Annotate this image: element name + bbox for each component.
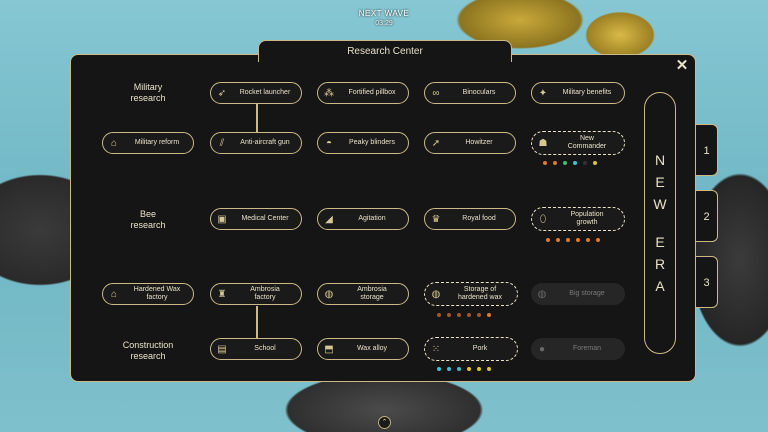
node-military-reform[interactable]: ⌂ Military reform [102, 132, 194, 154]
foreman-icon: ● [538, 343, 546, 355]
node-pork[interactable]: ⁙ Pork [424, 337, 518, 361]
cost-dot [477, 313, 481, 317]
node-binoculars[interactable]: ∞ Binoculars [424, 82, 516, 104]
next-wave-label: NEXT WAVE [358, 9, 410, 18]
factory-icon: ♜ [217, 288, 227, 300]
cost-dot [583, 161, 587, 165]
node-anti-aircraft-gun[interactable]: ⫽ Anti-aircraft gun [210, 132, 302, 154]
tab-era-2[interactable]: 2 [696, 190, 718, 242]
cost-dot [563, 161, 567, 165]
commander-icon: ☗ [538, 137, 548, 149]
barrel-icon: ◍ [431, 288, 441, 300]
pork-icon: ⁙ [431, 343, 441, 355]
tab-era-3[interactable]: 3 [696, 256, 718, 308]
tent-icon: ⌂ [110, 137, 118, 149]
node-hardened-wax-factory[interactable]: ⌂ Hardened Wax factory [102, 283, 194, 305]
close-icon[interactable]: ✕ [674, 58, 690, 74]
cost-dot [576, 238, 580, 242]
cost-dot [477, 367, 481, 371]
medical-icon: ▣ [217, 213, 227, 225]
cost-dot [556, 238, 560, 242]
barrel-icon: ◍ [324, 288, 334, 300]
egg-icon: ⬯ [539, 213, 547, 225]
cost-dot [596, 238, 600, 242]
ingot-icon: ⬒ [324, 343, 334, 355]
cost-dot [437, 367, 441, 371]
hat-icon: ◓ [325, 137, 333, 149]
category-construction: Construction research [122, 340, 174, 361]
benefits-icon: ✦ [538, 87, 548, 99]
cost-dot [593, 161, 597, 165]
megaphone-icon: ◢ [325, 213, 333, 225]
category-bee: Bee research [130, 209, 166, 230]
cost-dot [546, 238, 550, 242]
howitzer-icon: ➚ [431, 137, 441, 149]
pillbox-icon: ⁂ [324, 87, 334, 99]
cost-dot [487, 313, 491, 317]
node-new-commander[interactable]: ☗ New Commander [531, 131, 625, 155]
node-ambrosia-factory[interactable]: ♜ Ambrosia factory [210, 283, 302, 305]
node-royal-food[interactable]: ♛ Royal food [424, 208, 516, 230]
rocket-icon: ➶ [217, 87, 227, 99]
node-fortified-pillbox[interactable]: ⁂ Fortified pillbox [317, 82, 409, 104]
node-agitation[interactable]: ◢ Agitation [317, 208, 409, 230]
cost-dot [447, 367, 451, 371]
wave-timer: 03:29 [375, 20, 393, 27]
node-foreman[interactable]: ● Foreman [531, 338, 625, 360]
node-wax-alloy[interactable]: ⬒ Wax alloy [317, 338, 409, 360]
chevron-up-icon[interactable]: ⌃ [378, 416, 391, 429]
factory-icon: ⌂ [110, 288, 118, 300]
node-medical-center[interactable]: ▣ Medical Center [210, 208, 302, 230]
cost-dot [573, 161, 577, 165]
node-military-benefits[interactable]: ✦ Military benefits [531, 82, 625, 104]
cost-dot [457, 313, 461, 317]
cost-dots-pork [437, 367, 491, 371]
aa-gun-icon: ⫽ [219, 137, 225, 149]
panel-title: Research Center [258, 40, 512, 62]
new-era-button[interactable]: N E W E R A [644, 92, 676, 354]
connector-line [256, 104, 258, 133]
cost-dot [553, 161, 557, 165]
node-peaky-blinders[interactable]: ◓ Peaky blinders [317, 132, 409, 154]
node-big-storage[interactable]: ◍ Big storage [531, 283, 625, 305]
barrel-icon: ◍ [537, 288, 547, 300]
cost-dot [447, 313, 451, 317]
connector-line [256, 306, 258, 340]
cost-dots-population-growth [546, 238, 600, 242]
category-military: Military research [130, 82, 166, 103]
binoculars-icon: ∞ [432, 87, 440, 99]
node-school[interactable]: ▤ School [210, 338, 302, 360]
cost-dot [457, 367, 461, 371]
cost-dot [467, 367, 471, 371]
cost-dot [566, 238, 570, 242]
cost-dot [437, 313, 441, 317]
node-rocket-launcher[interactable]: ➶ Rocket launcher [210, 82, 302, 104]
cost-dot [467, 313, 471, 317]
cost-dots-storage-hardened-wax [437, 313, 491, 317]
cost-dot [487, 367, 491, 371]
cost-dot [543, 161, 547, 165]
node-ambrosia-storage[interactable]: ◍ Ambrosia storage [317, 283, 409, 305]
crown-icon: ♛ [431, 213, 441, 225]
node-howitzer[interactable]: ➚ Howitzer [424, 132, 516, 154]
node-storage-hardened-wax[interactable]: ◍ Storage of hardened wax [424, 282, 518, 306]
node-population-growth[interactable]: ⬯ Population growth [531, 207, 625, 231]
cost-dots-new-commander [543, 161, 597, 165]
cost-dot [586, 238, 590, 242]
book-icon: ▤ [217, 343, 227, 355]
tab-era-1[interactable]: 1 [696, 124, 718, 176]
